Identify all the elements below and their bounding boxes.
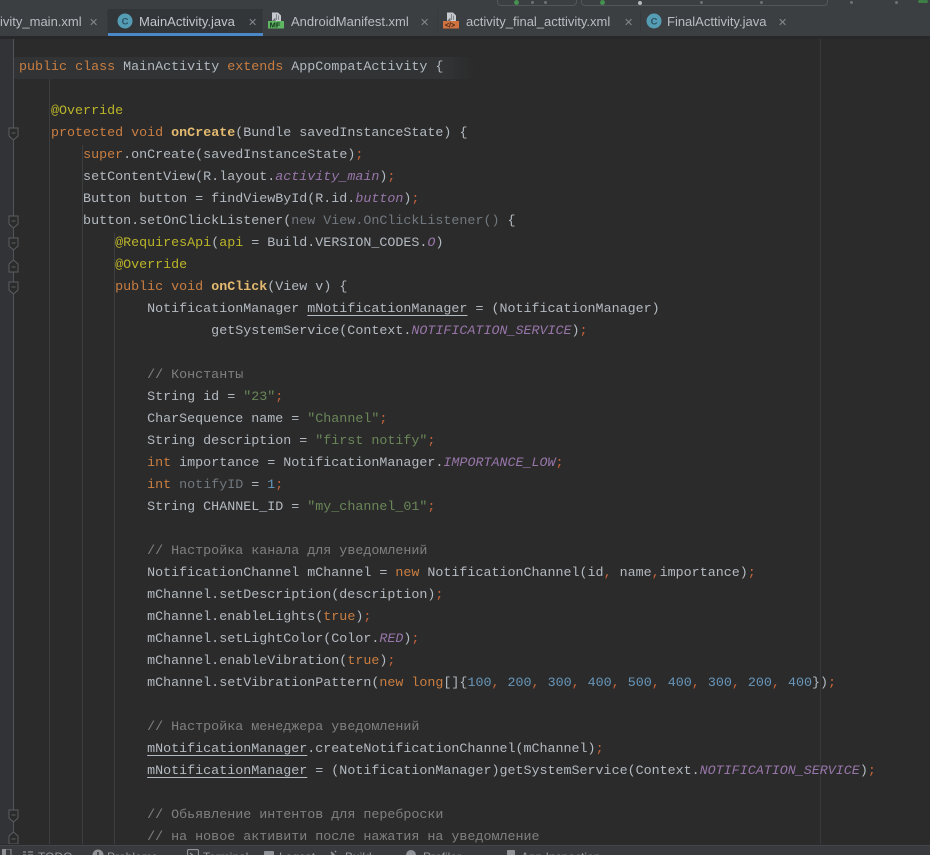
svg-text:MF: MF	[270, 21, 281, 30]
svg-text:</>: </>	[445, 23, 455, 30]
svg-text:C: C	[651, 17, 658, 28]
svg-text:C: C	[122, 17, 129, 28]
